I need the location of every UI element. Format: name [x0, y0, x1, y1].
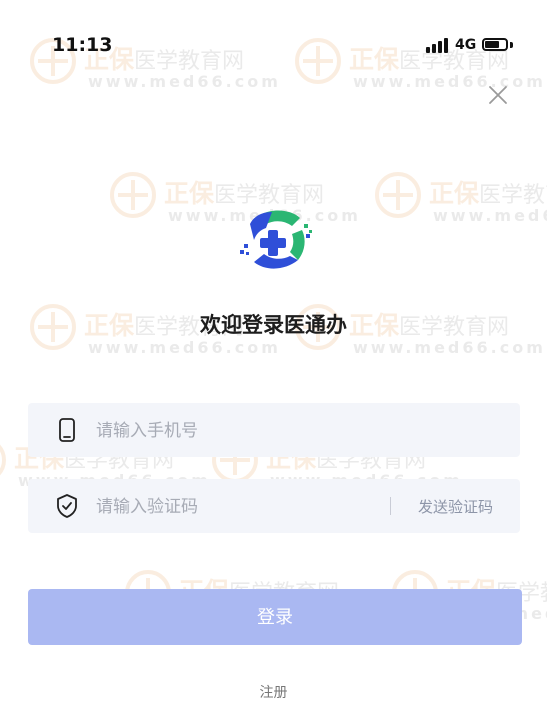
register-link[interactable]: 注册 — [0, 682, 547, 702]
battery-cap — [510, 42, 513, 48]
watermark-seal-icon — [375, 172, 421, 218]
network-type: 4G — [455, 37, 477, 53]
send-code-button[interactable]: 发送验证码 — [418, 496, 493, 517]
status-bar: 11:13 4G — [0, 0, 547, 90]
login-button[interactable]: 登录 — [28, 589, 522, 645]
watermark-seal-icon — [110, 172, 156, 218]
battery-icon — [482, 38, 508, 51]
phone-field-container — [28, 403, 520, 459]
verification-code-input[interactable] — [94, 479, 378, 535]
watermark-seal-icon — [0, 437, 6, 483]
shield-check-icon — [57, 494, 77, 518]
phone-input[interactable] — [94, 403, 378, 459]
status-time: 11:13 — [52, 34, 113, 56]
close-icon — [489, 86, 507, 104]
app-logo — [236, 206, 316, 276]
battery-level — [485, 41, 499, 48]
code-field-container: 发送验证码 — [28, 479, 520, 535]
signal-strength-icon — [426, 37, 450, 53]
welcome-title: 欢迎登录医通办 — [200, 313, 347, 337]
close-button[interactable] — [486, 83, 510, 107]
medical-cross-logo-icon — [240, 210, 312, 269]
phone-icon — [59, 418, 75, 442]
field-divider — [390, 497, 391, 515]
